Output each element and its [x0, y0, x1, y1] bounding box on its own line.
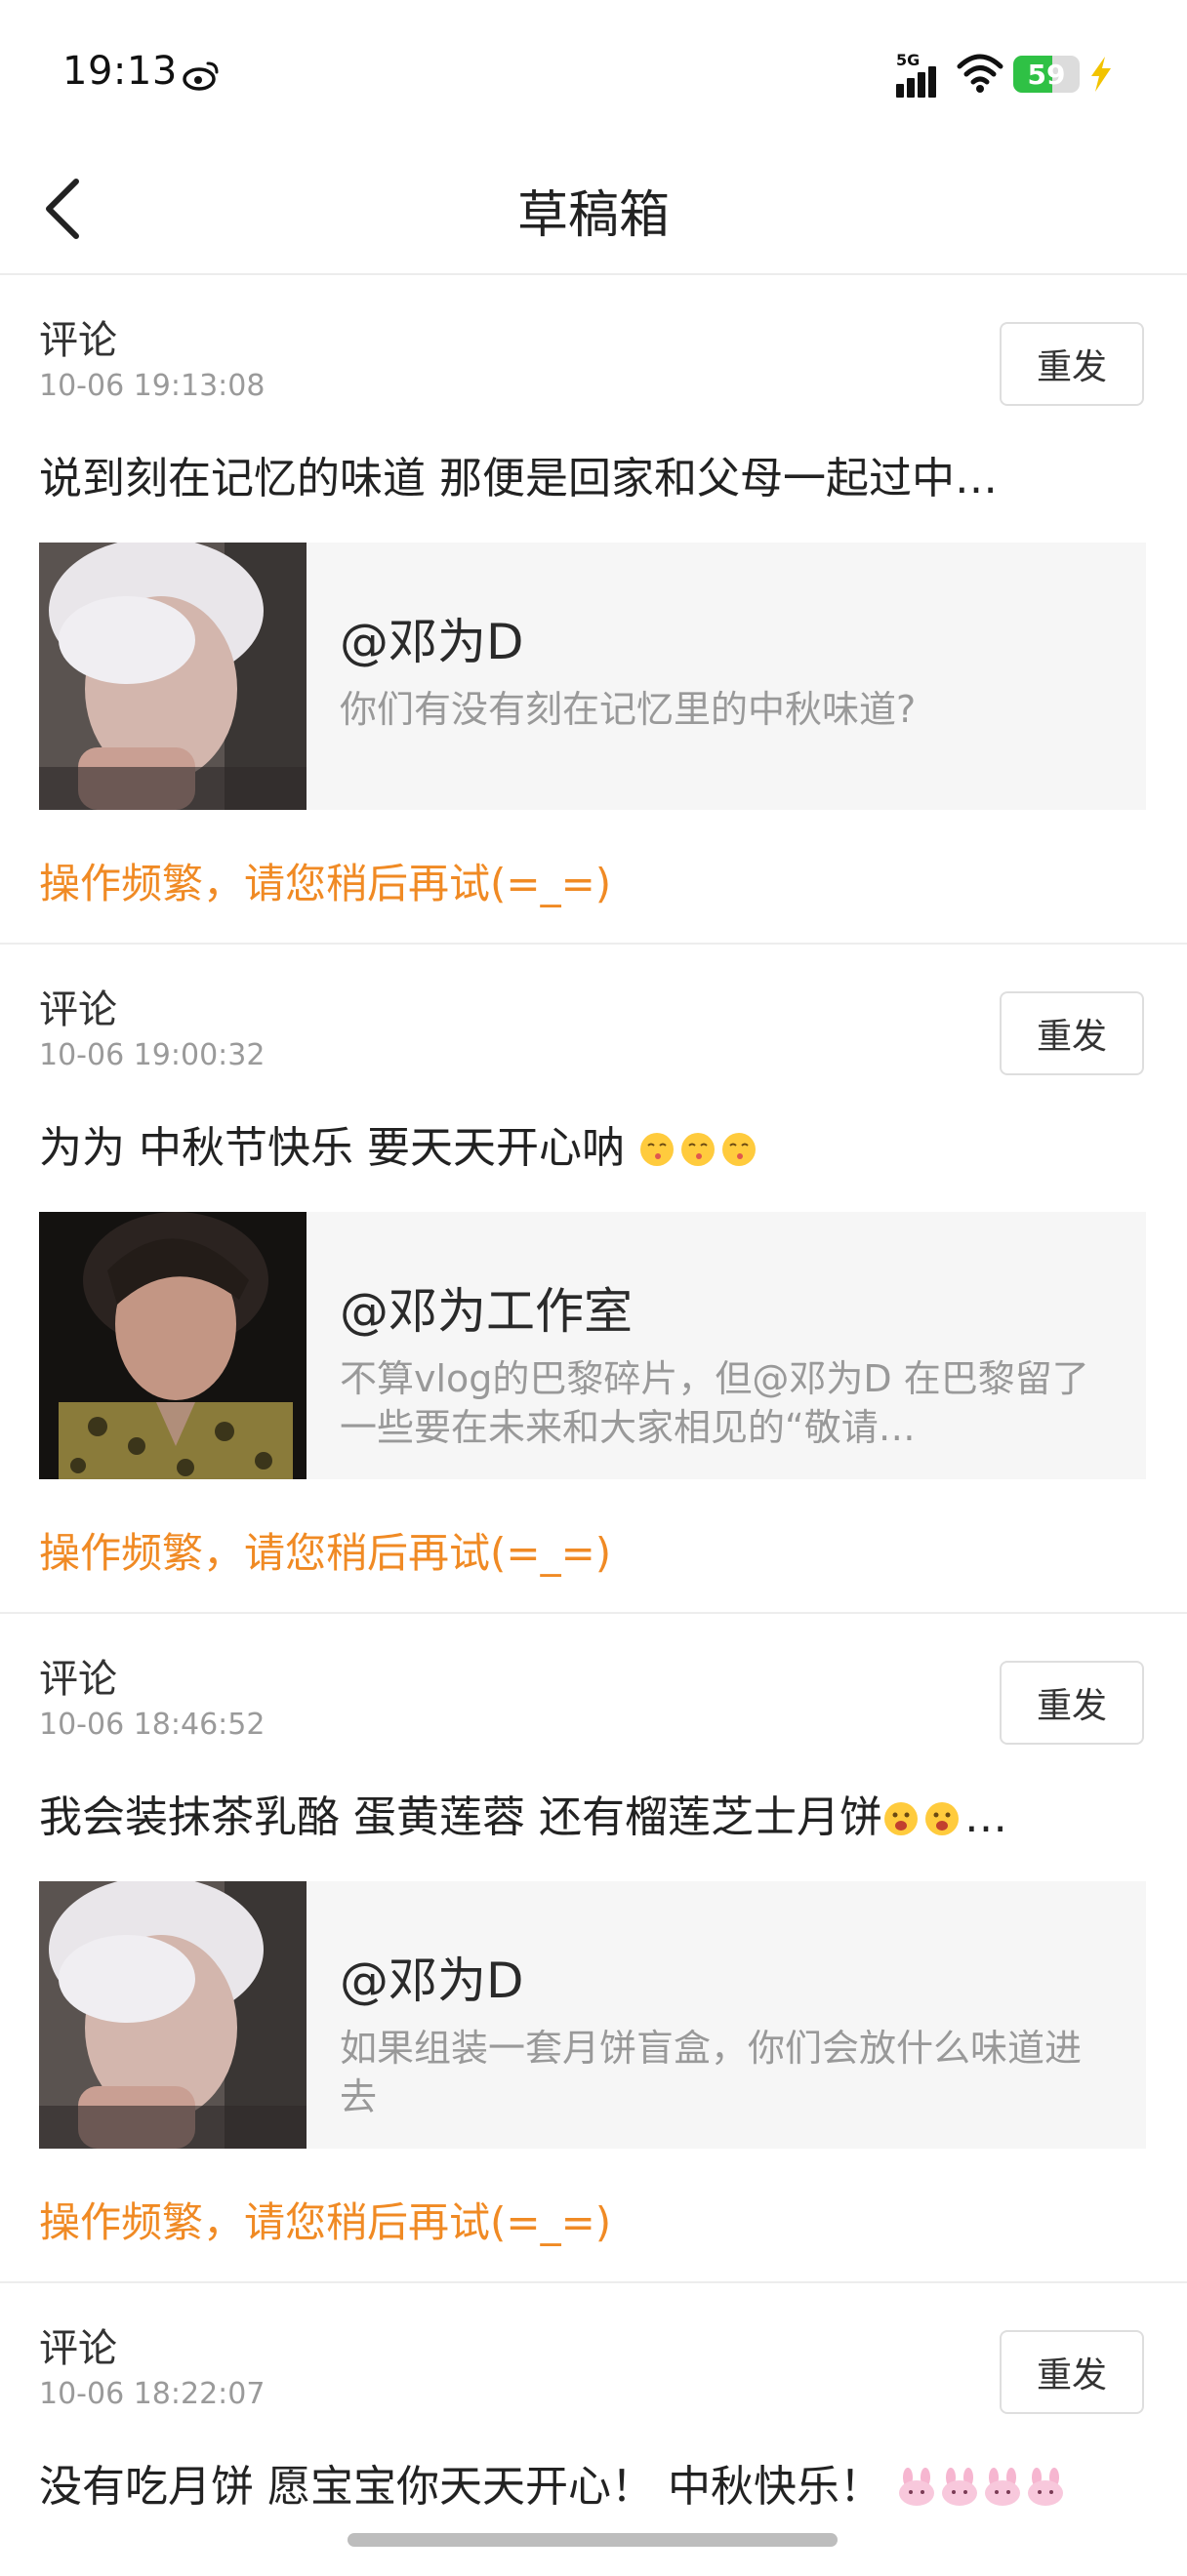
- quoted-text: 如果组装一套月饼盲盒，你们会放什么味道进去: [340, 2027, 1083, 2118]
- draft-timestamp: 10-06 18:22:07: [39, 2377, 266, 2411]
- cellular-signal-icon: 5G: [896, 51, 947, 98]
- draft-type-label: 评论: [39, 1657, 117, 1702]
- status-bar: 19:13 5G 59: [0, 0, 1187, 146]
- draft-timestamp: 10-06 19:13:08: [39, 369, 266, 403]
- resend-button[interactable]: 重发: [1000, 1661, 1144, 1745]
- draft-comment[interactable]: 我会装抹茶乳酪 蛋黄莲蓉 还有榴莲芝士月饼 …: [39, 1782, 1148, 1844]
- quoted-post[interactable]: @邓为D 你们有没有刻在记忆里的中秋味道?: [39, 543, 1146, 810]
- draft-type-label: 评论: [39, 318, 117, 363]
- quoted-post[interactable]: @邓为D 如果组装一套月饼盲盒，你们会放什么味道进去: [39, 1881, 1146, 2149]
- draft-card: 评论 10-06 19:13:08 重发 说到刻在记忆的味道 那便是回家和父母一…: [0, 275, 1187, 945]
- draft-timestamp: 10-06 18:46:52: [39, 1708, 266, 1742]
- quoted-author: @邓为D: [340, 1952, 524, 2009]
- quoted-author: @邓为工作室: [340, 1283, 633, 1340]
- draft-comment-ellipsis: …: [963, 1792, 1007, 1842]
- kiss-emoji-icon: [639, 1133, 674, 1166]
- draft-card: 评论 10-06 18:22:07 重发 没有吃月饼 愿宝宝你天天开心！ 中秋快…: [0, 2283, 1187, 2576]
- quoted-post-thumbnail: [39, 1881, 307, 2149]
- quoted-post-thumbnail: [39, 1212, 307, 1479]
- bunny-emoji-icon: [941, 2468, 977, 2506]
- drooling-emoji-icon: [883, 1802, 918, 1835]
- kiss-emoji-icon: [680, 1133, 715, 1166]
- draft-card: 评论 10-06 18:46:52 重发 我会装抹茶乳酪 蛋黄莲蓉 还有榴莲芝士…: [0, 1614, 1187, 2283]
- draft-comment-text: 我会装抹茶乳酪 蛋黄莲蓉 还有榴莲芝士月饼: [39, 1792, 882, 1842]
- status-time: 19:13: [62, 49, 178, 94]
- home-indicator[interactable]: [348, 2533, 838, 2547]
- resend-button[interactable]: 重发: [1000, 322, 1144, 406]
- draft-type-label: 评论: [39, 987, 117, 1032]
- weibo-icon: [183, 61, 219, 91]
- draft-type-label: 评论: [39, 2326, 117, 2371]
- bunny-emoji-icon: [898, 2468, 934, 2506]
- draft-comment-text[interactable]: 说到刻在记忆的味道 那便是回家和父母一起过中…: [39, 443, 1148, 505]
- bunny-emoji-icon: [1027, 2468, 1063, 2506]
- wifi-icon: [957, 54, 1003, 93]
- error-message: 操作频繁，请您稍后再试(=_=): [39, 860, 612, 907]
- quoted-post[interactable]: @邓为工作室 不算vlog的巴黎碎片，但@邓为D 在巴黎留了一些要在未来和大家相…: [39, 1212, 1146, 1479]
- draft-timestamp: 10-06 19:00:32: [39, 1038, 266, 1072]
- charging-bolt-icon: [1091, 57, 1111, 92]
- quoted-post-thumbnail: [39, 543, 307, 810]
- battery-level: 59: [1027, 58, 1066, 91]
- quoted-text: 你们有没有刻在记忆里的中秋味道?: [340, 688, 917, 731]
- draft-card: 评论 10-06 19:00:32 重发 为为 中秋节快乐 要天天开心呐 @邓为…: [0, 945, 1187, 1614]
- draft-comment-text: 没有吃月饼 愿宝宝你天天开心！ 中秋快乐！: [39, 2462, 882, 2512]
- drooling-emoji-icon: [924, 1802, 959, 1835]
- quoted-author: @邓为D: [340, 614, 524, 670]
- error-message: 操作频繁，请您稍后再试(=_=): [39, 2198, 612, 2246]
- draft-comment[interactable]: 没有吃月饼 愿宝宝你天天开心！ 中秋快乐！: [39, 2451, 1148, 2514]
- quoted-text: 不算vlog的巴黎碎片，但@邓为D 在巴黎留了一些要在未来和大家相见的“敬请…: [340, 1357, 1089, 1449]
- battery-icon: 59: [1013, 56, 1080, 93]
- error-message: 操作频繁，请您稍后再试(=_=): [39, 1529, 612, 1577]
- resend-button[interactable]: 重发: [1000, 991, 1144, 1075]
- resend-button[interactable]: 重发: [1000, 2330, 1144, 2414]
- draft-comment-text: 为为 中秋节快乐 要天天开心呐: [39, 1123, 625, 1173]
- nav-header: 草稿箱: [0, 146, 1187, 275]
- page-title: 草稿箱: [516, 186, 670, 245]
- draft-comment[interactable]: 为为 中秋节快乐 要天天开心呐: [39, 1112, 1148, 1175]
- kiss-emoji-icon: [721, 1133, 756, 1166]
- bunny-emoji-icon: [984, 2468, 1020, 2506]
